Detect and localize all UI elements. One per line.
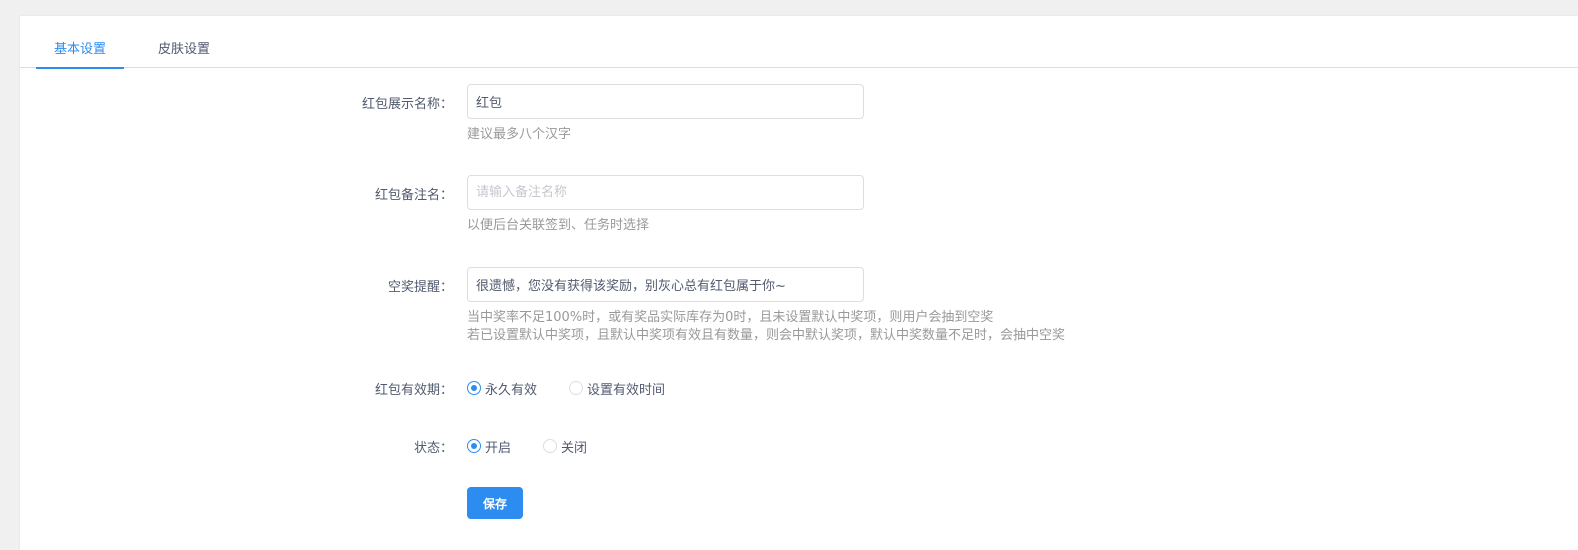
validity-option-custom-time-label: 设置有效时间 <box>587 382 666 398</box>
remark-name-label: 红包备注名： <box>374 188 453 203</box>
display-name-label: 红包展示名称： <box>361 97 453 112</box>
save-button[interactable]: 保存 <box>467 487 523 519</box>
status-control: 开启 关闭 <box>467 436 619 456</box>
tab-bar: 基本设置 皮肤设置 <box>20 16 1578 69</box>
validity-option-permanent-label: 永久有效 <box>485 382 538 398</box>
status-option-off-label: 关闭 <box>561 440 588 456</box>
empty-prize-tip-control: 当中奖率不足100%时，或有奖品实际库存为0时，且未设置默认中奖项，则用户会抽到… <box>467 267 1065 344</box>
radio-unchecked-icon <box>569 381 584 395</box>
status-label: 状态： <box>413 441 453 456</box>
display-name-input[interactable] <box>467 84 864 119</box>
validity-radio-group: 永久有效 设置有效时间 <box>467 378 697 398</box>
status-option-off[interactable]: 关闭 <box>543 437 587 456</box>
validity-control: 永久有效 设置有效时间 <box>467 378 697 398</box>
actions-control: 保存 <box>467 487 523 519</box>
empty-prize-tip-input[interactable] <box>467 267 864 302</box>
radio-unchecked-icon <box>543 439 558 453</box>
empty-prize-tip-hint-line-2: 若已设置默认中奖项，且默认中奖项有效且有数量，则会中默认奖项，默认中奖数量不足时… <box>467 328 1066 343</box>
status-option-on-label: 开启 <box>485 440 512 456</box>
empty-prize-tip-label: 空奖提醒： <box>387 280 453 295</box>
settings-card: 基本设置 皮肤设置 红包展示名称： 建议最多八个汉字 红包备注名： 以便后台关联… <box>20 16 1578 550</box>
validity-option-custom-time[interactable]: 设置有效时间 <box>569 379 665 398</box>
empty-prize-tip-hint: 当中奖率不足100%时，或有奖品实际库存为0时，且未设置默认中奖项，则用户会抽到… <box>467 309 1065 344</box>
radio-checked-icon <box>467 439 481 453</box>
validity-option-permanent[interactable]: 永久有效 <box>467 379 537 398</box>
display-name-hint: 建议最多八个汉字 <box>467 127 572 142</box>
radio-checked-icon <box>467 381 481 395</box>
empty-prize-tip-hint-line-1: 当中奖率不足100%时，或有奖品实际库存为0时，且未设置默认中奖项，则用户会抽到… <box>467 310 994 325</box>
tab-basic-settings[interactable]: 基本设置 <box>36 42 124 69</box>
display-name-control: 建议最多八个汉字 <box>467 84 864 143</box>
tab-skin-settings[interactable]: 皮肤设置 <box>142 42 226 68</box>
remark-name-control: 以便后台关联签到、任务时选择 <box>467 175 864 234</box>
remark-name-hint: 以便后台关联签到、任务时选择 <box>467 218 650 233</box>
status-option-on[interactable]: 开启 <box>467 437 511 456</box>
validity-label: 红包有效期： <box>374 383 453 398</box>
remark-name-input[interactable] <box>467 175 864 210</box>
status-radio-group: 开启 关闭 <box>467 436 619 456</box>
